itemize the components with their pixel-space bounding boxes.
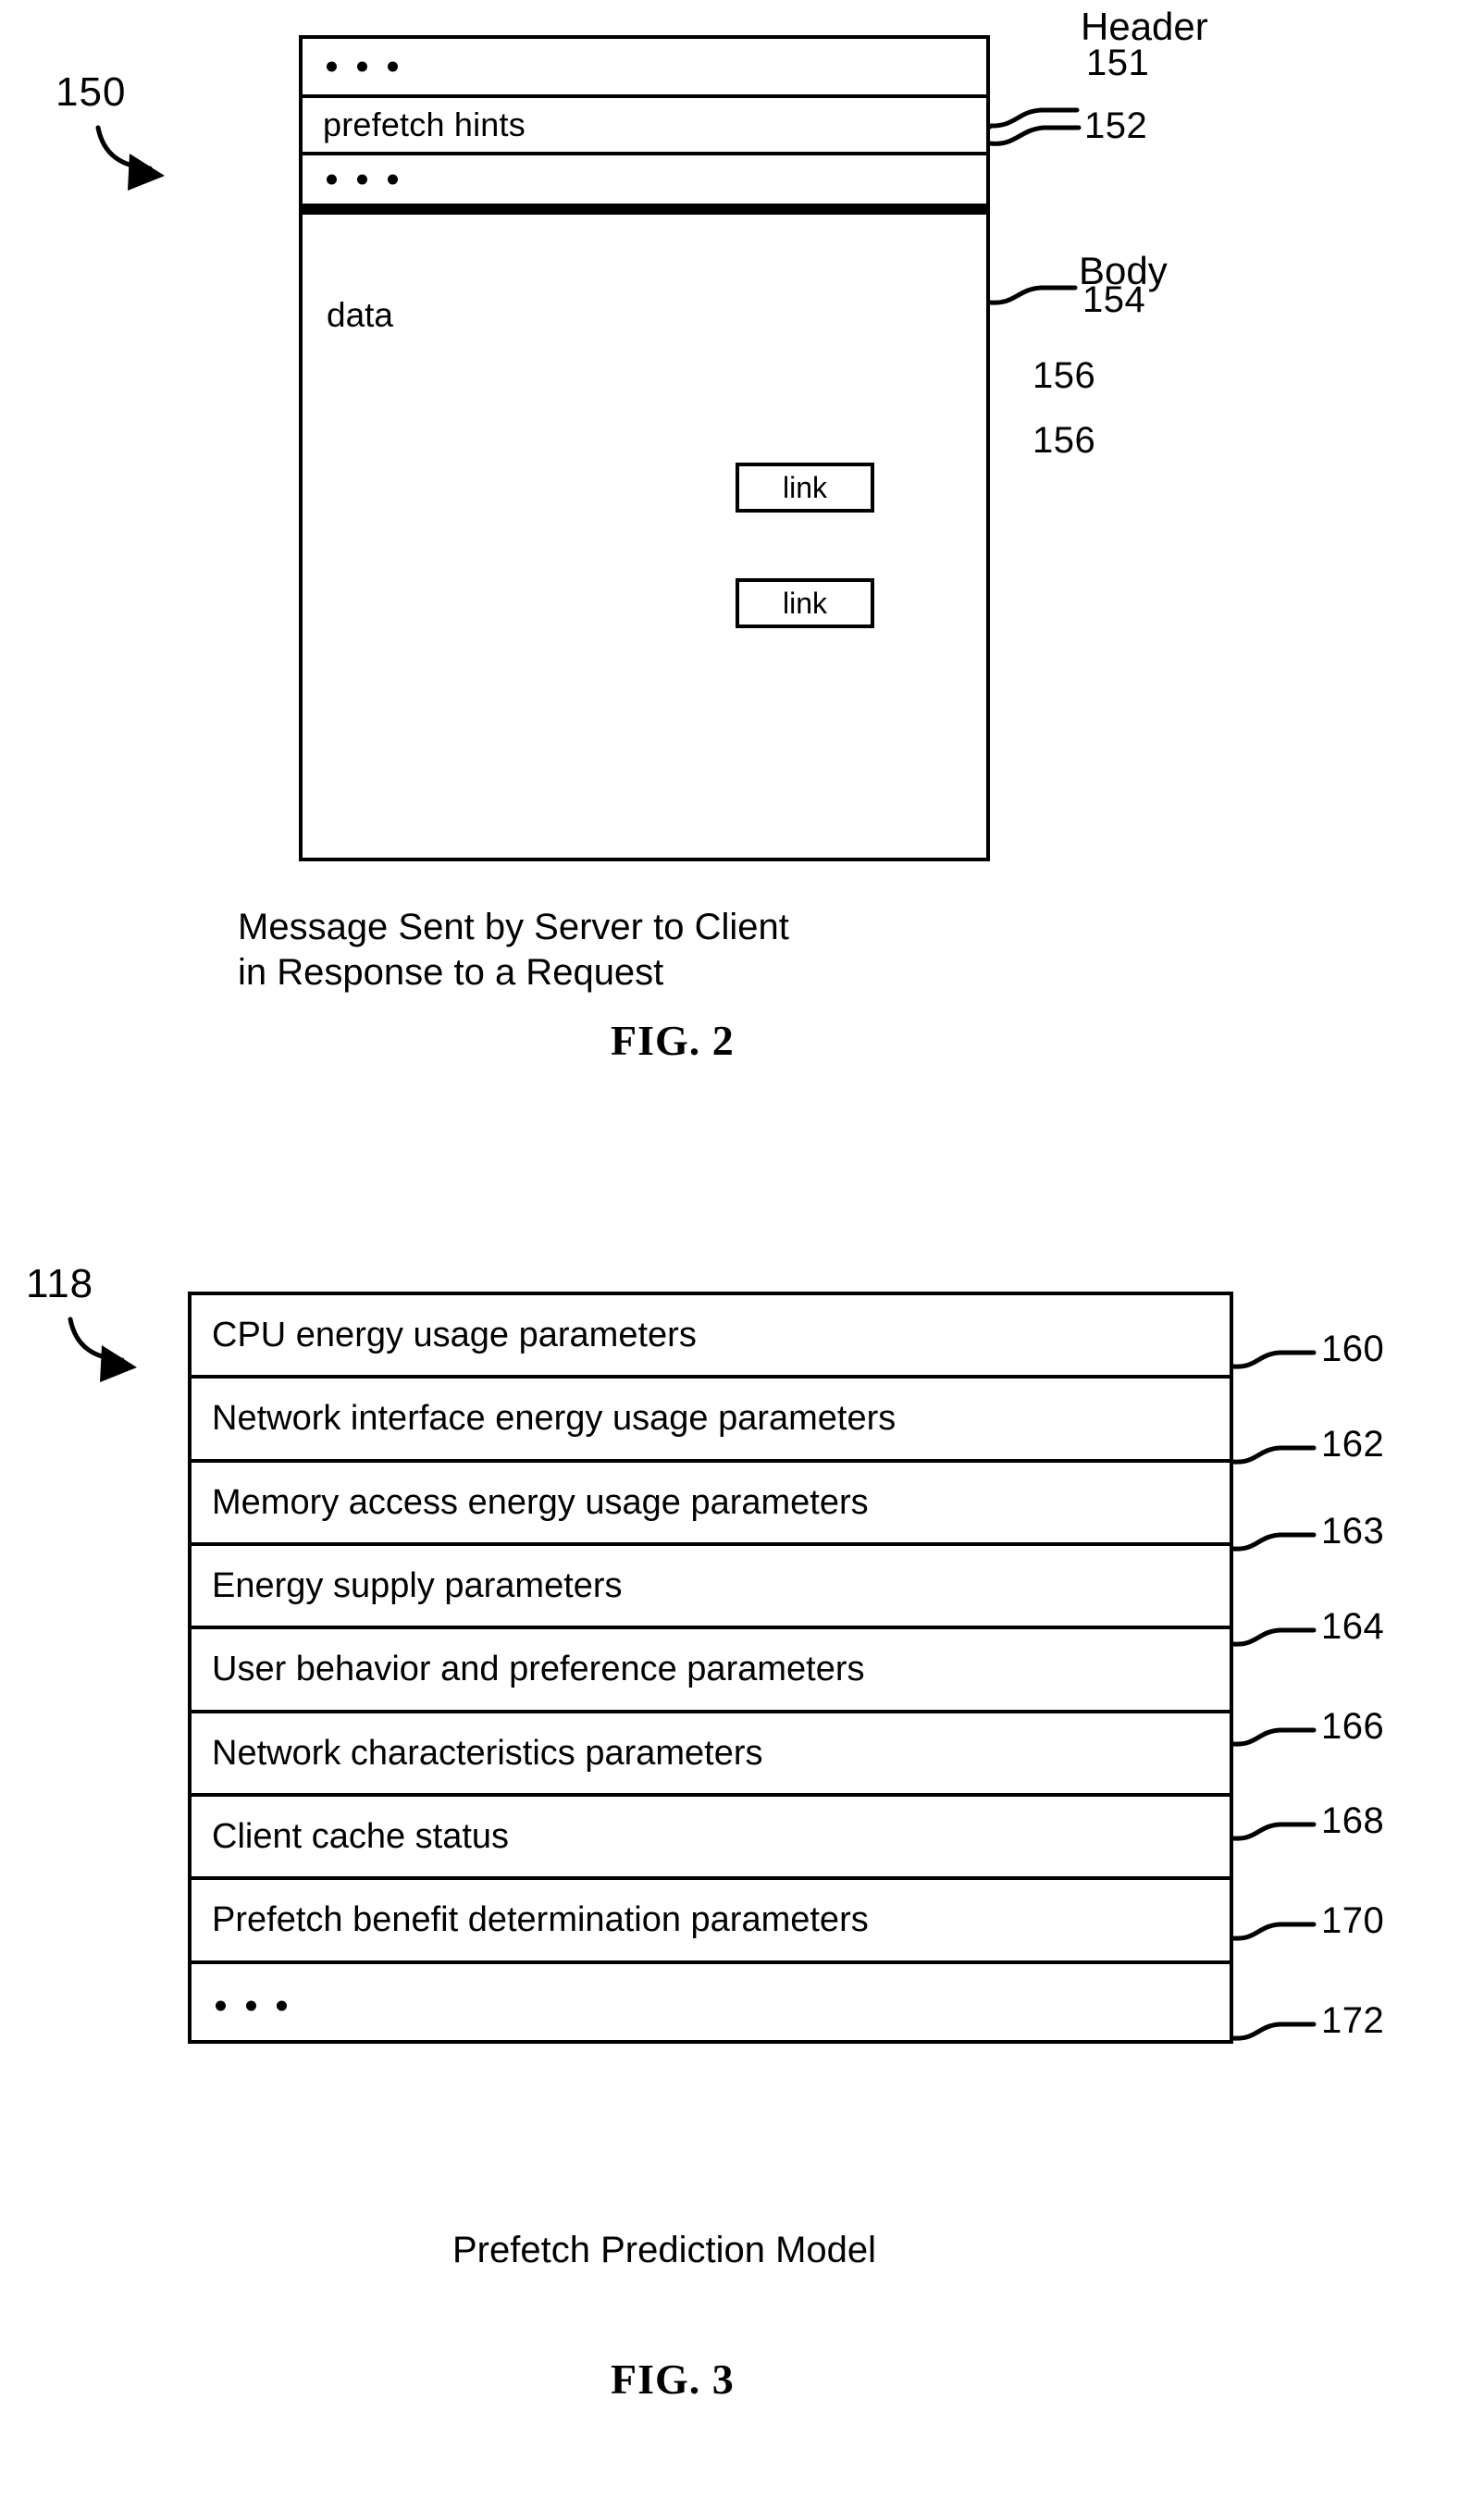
- leader-line-154: [987, 285, 1078, 305]
- ref-number-160: 160: [1321, 1329, 1385, 1369]
- fig3-reference-arrow: [68, 1317, 137, 1382]
- ref-number-156-lower: 156: [1033, 420, 1096, 461]
- param-label: Memory access energy usage parameters: [212, 1482, 869, 1522]
- ref-number-152: 152: [1084, 105, 1148, 146]
- table-row[interactable]: Energy supply parameters: [192, 1546, 1230, 1630]
- ref-number-164: 164: [1321, 1606, 1385, 1647]
- table-row[interactable]: CPU energy usage parameters: [192, 1295, 1230, 1379]
- table-row-ellipsis: [192, 1964, 1230, 2047]
- link-box[interactable]: link: [736, 463, 874, 513]
- ref-number-154: 154: [1082, 279, 1146, 320]
- param-label: User behavior and preference parameters: [212, 1650, 865, 1689]
- header-section-label: Header: [1081, 5, 1208, 48]
- param-label: Network interface energy usage parameter…: [212, 1399, 897, 1439]
- param-label: Network characteristics parameters: [212, 1733, 763, 1773]
- fig2-reference-number: 150: [56, 69, 127, 115]
- table-row[interactable]: Network interface energy usage parameter…: [192, 1379, 1230, 1463]
- leader-line-170: [1230, 1922, 1317, 1941]
- param-label: CPU energy usage parameters: [212, 1316, 697, 1355]
- prefetch-prediction-model-box: CPU energy usage parameters Network inte…: [188, 1292, 1233, 2044]
- table-row[interactable]: Memory access energy usage parameters: [192, 1463, 1230, 1546]
- message-structure-box: prefetch hints data link link: [299, 35, 990, 861]
- ref-number-168: 168: [1321, 1800, 1385, 1841]
- patent-figures-page: 150 Header prefetch hints data link link…: [0, 0, 1484, 2498]
- table-row[interactable]: Network characteristics parameters: [192, 1713, 1230, 1797]
- ref-number-166: 166: [1321, 1706, 1385, 1747]
- fig2-caption: Message Sent by Server to Client in Resp…: [238, 907, 789, 993]
- ref-number-172: 172: [1321, 2000, 1385, 2041]
- leader-line-162: [1230, 1445, 1317, 1465]
- fig2-title: FIG. 2: [611, 1017, 735, 1064]
- fig3-caption: Prefetch Prediction Model: [452, 2230, 877, 2270]
- leader-line-151: [987, 125, 1082, 146]
- fig3-reference-number: 118: [26, 1261, 94, 1306]
- leader-line-172: [1230, 2022, 1317, 2041]
- fig2-reference-arrow: [95, 125, 165, 191]
- ellipsis-icon: [327, 174, 398, 185]
- ref-number-156-upper: 156: [1033, 355, 1096, 396]
- message-row-ellipsis-bottom: [303, 155, 986, 215]
- message-row-body: data link link: [303, 215, 986, 861]
- link-label: link: [782, 587, 827, 620]
- ref-number-162: 162: [1321, 1424, 1385, 1465]
- data-label: data: [327, 296, 394, 334]
- leader-line-163: [1230, 1532, 1317, 1552]
- ellipsis-icon: [216, 2000, 287, 2011]
- leader-line-166: [1230, 1727, 1317, 1747]
- param-label: Prefetch benefit determination parameter…: [212, 1900, 869, 1940]
- leader-line-160: [1230, 1350, 1317, 1369]
- ellipsis-icon: [327, 61, 398, 72]
- link-label: link: [782, 471, 827, 504]
- table-row[interactable]: Prefetch benefit determination parameter…: [192, 1880, 1230, 1964]
- prefetch-hints-label: prefetch hints: [323, 105, 526, 143]
- table-row[interactable]: User behavior and preference parameters: [192, 1629, 1230, 1713]
- leader-line-164: [1230, 1627, 1317, 1647]
- param-label: Energy supply parameters: [212, 1566, 623, 1606]
- message-row-prefetch-hints: prefetch hints: [303, 98, 986, 155]
- ref-number-170: 170: [1321, 1900, 1385, 1941]
- fig3-title: FIG. 3: [611, 2356, 735, 2403]
- param-label: Client cache status: [212, 1817, 510, 1857]
- ref-number-151: 151: [1086, 43, 1150, 83]
- ref-number-163: 163: [1321, 1511, 1385, 1552]
- table-row[interactable]: Client cache status: [192, 1797, 1230, 1881]
- leader-line-168: [1230, 1822, 1317, 1841]
- message-row-ellipsis-top: [303, 39, 986, 98]
- link-box[interactable]: link: [736, 578, 874, 628]
